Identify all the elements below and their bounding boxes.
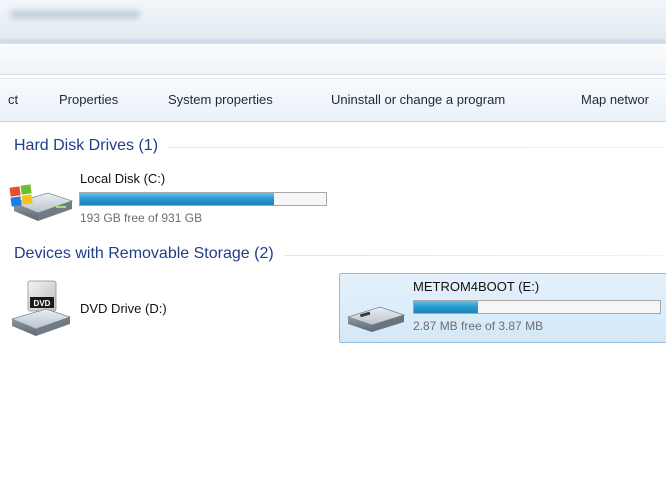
system-properties-button[interactable]: System properties bbox=[168, 92, 273, 107]
map-network-drive-button[interactable]: Map networ bbox=[581, 92, 649, 107]
uninstall-program-button[interactable]: Uninstall or change a program bbox=[331, 92, 505, 107]
group-divider bbox=[168, 146, 664, 148]
window-titlebar bbox=[0, 0, 666, 44]
dvd-drive-icon: DVD bbox=[10, 280, 72, 336]
command-bar: ct Properties System properties Uninstal… bbox=[0, 78, 666, 122]
disk-usage-bar bbox=[413, 300, 661, 314]
toolbar-item-partial[interactable]: ct bbox=[8, 92, 18, 107]
drive-name: METROM4BOOT (E:) bbox=[413, 279, 540, 294]
drive-free-space: 2.87 MB free of 3.87 MB bbox=[413, 319, 544, 333]
window-title-blurred bbox=[10, 10, 140, 19]
titlebar-divider bbox=[0, 40, 666, 43]
group-divider bbox=[283, 254, 664, 256]
group-title: Devices with Removable Storage (2) bbox=[14, 245, 274, 262]
drive-name: Local Disk (C:) bbox=[80, 171, 166, 186]
disk-usage-fill bbox=[80, 193, 275, 205]
group-header-removable[interactable]: Devices with Removable Storage (2) bbox=[14, 245, 664, 263]
drive-free-space: 193 GB free of 931 GB bbox=[80, 211, 203, 225]
disk-usage-bar bbox=[79, 192, 327, 206]
drives-pane: Hard Disk Drives (1) Local Disk (C:) 193… bbox=[0, 121, 666, 498]
group-title: Hard Disk Drives (1) bbox=[14, 137, 159, 154]
address-bar[interactable] bbox=[0, 44, 666, 75]
group-header-hard-disks[interactable]: Hard Disk Drives (1) bbox=[14, 137, 664, 155]
drive-name: DVD Drive (D:) bbox=[80, 301, 167, 316]
usb-drive-icon bbox=[346, 306, 406, 332]
windows-hard-drive-icon bbox=[9, 184, 74, 221]
svg-text:DVD: DVD bbox=[34, 299, 51, 308]
properties-button[interactable]: Properties bbox=[59, 92, 118, 107]
disk-usage-fill bbox=[414, 301, 478, 313]
